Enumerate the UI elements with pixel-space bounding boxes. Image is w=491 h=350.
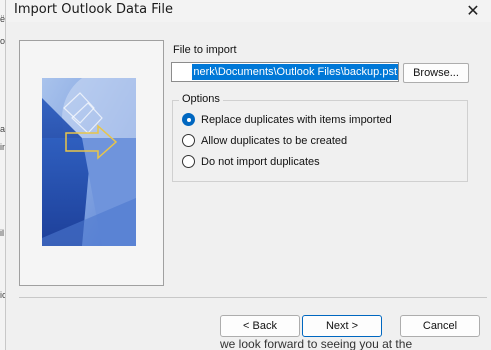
- wizard-image-panel: [19, 40, 164, 286]
- browse-button[interactable]: Browse...: [403, 63, 469, 83]
- radio-unselected-icon[interactable]: [182, 134, 195, 147]
- file-path-input[interactable]: nerk\Documents\Outlook Files\backup.pst: [171, 62, 399, 82]
- import-dialog: Import Outlook Data File ✕ File to impor…: [5, 0, 491, 350]
- separator: [19, 297, 487, 298]
- wizard-illustration: [42, 78, 136, 246]
- option-label: Allow duplicates to be created: [201, 134, 348, 147]
- back-button[interactable]: < Back: [220, 315, 300, 337]
- radio-unselected-icon[interactable]: [182, 155, 195, 168]
- title-bar: Import Outlook Data File ✕: [6, 0, 491, 22]
- option-label: Do not import duplicates: [201, 155, 320, 168]
- cancel-button[interactable]: Cancel: [400, 315, 480, 337]
- radio-selected-icon[interactable]: [182, 113, 195, 126]
- option-allow-duplicates[interactable]: Allow duplicates to be created: [182, 134, 347, 147]
- option-no-duplicates[interactable]: Do not import duplicates: [182, 155, 320, 168]
- option-label: Replace duplicates with items imported: [201, 113, 392, 126]
- file-path-value: nerk\Documents\Outlook Files\backup.pst: [192, 64, 398, 80]
- background-bottom-text: we look forward to seeing you at the: [220, 338, 413, 350]
- next-button[interactable]: Next >: [302, 315, 382, 337]
- options-legend: Options: [179, 93, 223, 105]
- option-replace-duplicates[interactable]: Replace duplicates with items imported: [182, 113, 392, 126]
- dialog-title: Import Outlook Data File: [14, 2, 173, 17]
- close-icon: ✕: [466, 3, 480, 20]
- file-to-import-label: File to import: [173, 44, 237, 56]
- close-button[interactable]: ✕: [455, 0, 491, 22]
